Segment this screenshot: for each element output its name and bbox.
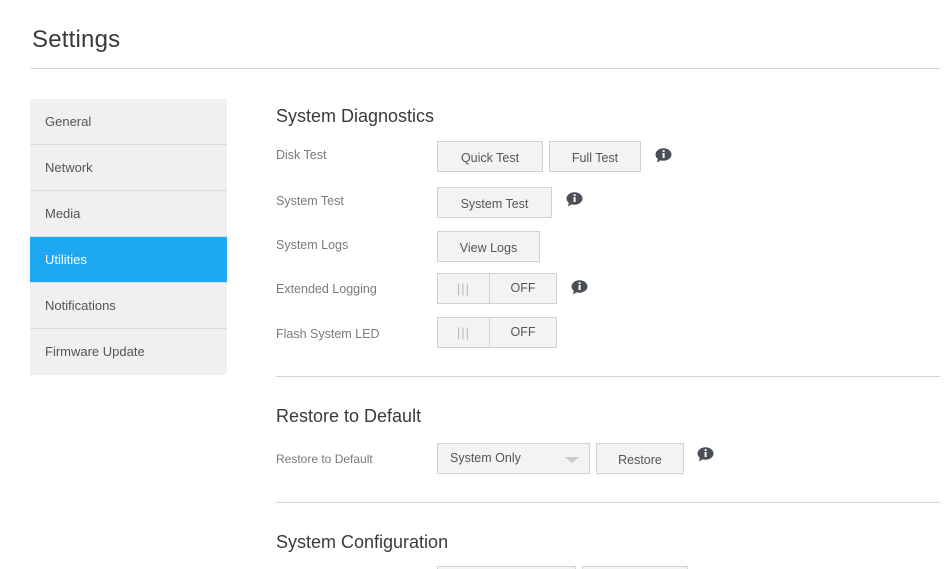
settings-page: Settings General Network Media Utilities… [0,0,952,569]
sidebar-item-utilities[interactable]: Utilities [30,237,227,283]
toggle-handle-icon: ||| [438,318,490,347]
full-test-button[interactable]: Full Test [549,141,641,172]
section-divider [276,502,940,503]
sidebar-item-notifications[interactable]: Notifications [30,283,227,329]
system-configuration-heading: System Configuration [276,532,449,552]
restore-to-default-heading: Restore to Default [276,406,422,426]
restore-scope-select[interactable]: System Only [437,443,590,474]
restore-info-icon[interactable] [697,447,714,462]
sidebar-item-general[interactable]: General [30,99,227,145]
extended-logging-info-icon[interactable] [571,280,588,295]
restore-scope-value: System Only [450,451,521,465]
system-test-button[interactable]: System Test [437,187,552,218]
sidebar: General Network Media Utilities Notifica… [30,99,227,375]
extended-logging-toggle[interactable]: ||| OFF [437,273,557,304]
sidebar-item-network[interactable]: Network [30,145,227,191]
extended-logging-state: OFF [510,281,536,295]
system-test-label: System Test [276,194,344,208]
chevron-down-icon [565,457,579,463]
disk-test-info-icon[interactable] [655,148,672,163]
sidebar-item-media[interactable]: Media [30,191,227,237]
system-logs-label: System Logs [276,238,349,252]
quick-test-button[interactable]: Quick Test [437,141,543,172]
toggle-handle-icon: ||| [438,274,490,303]
extended-logging-label: Extended Logging [276,282,377,296]
flash-system-led-state: OFF [510,325,536,339]
disk-test-label: Disk Test [276,148,327,162]
sidebar-item-firmware-update[interactable]: Firmware Update [30,329,227,375]
title-divider [30,68,940,69]
system-test-info-icon[interactable] [566,192,583,207]
flash-system-led-label: Flash System LED [276,327,380,341]
page-title: Settings [32,26,121,53]
system-diagnostics-heading: System Diagnostics [276,106,435,126]
section-divider [276,376,940,377]
restore-to-default-label: Restore to Default [276,452,373,466]
view-logs-button[interactable]: View Logs [437,231,540,262]
restore-button[interactable]: Restore [596,443,684,474]
flash-system-led-toggle[interactable]: ||| OFF [437,317,557,348]
